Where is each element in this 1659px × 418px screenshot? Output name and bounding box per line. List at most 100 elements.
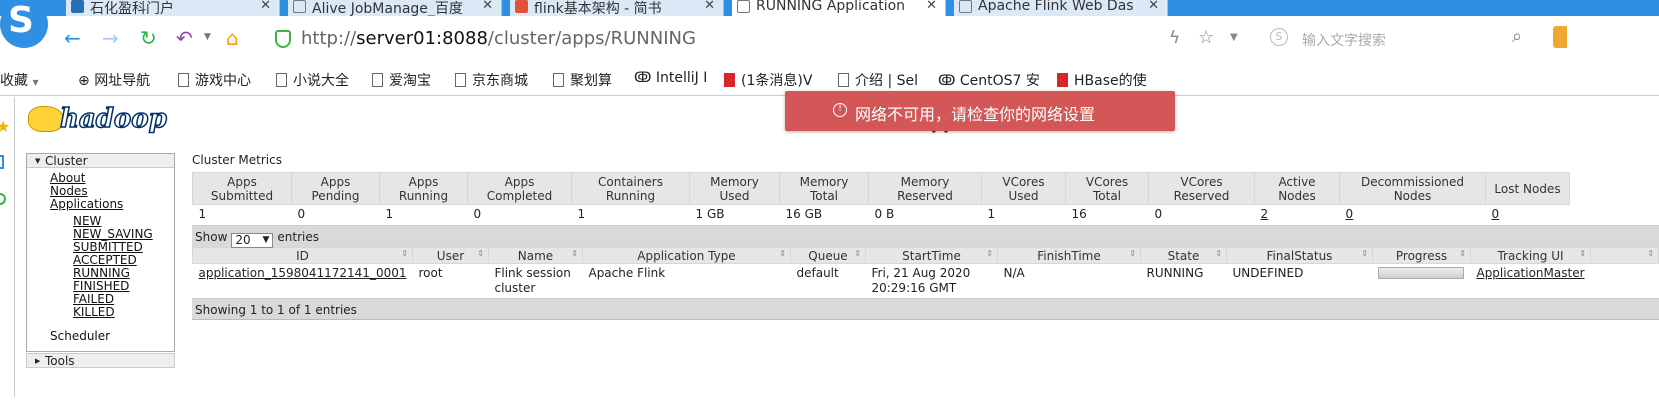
bookmark-centos[interactable]: ↂ CentOS7 安 [938,70,1040,90]
cluster-metrics-table: Apps Submitted Apps Pending Apps Running… [192,172,1570,223]
page-icon [178,73,189,87]
bookmark-favorites[interactable]: 收藏 ▼ [0,70,39,90]
app-name: Flink session cluster [494,266,571,295]
progress-bar [1378,267,1465,279]
close-icon[interactable]: ✕ [482,0,493,13]
entries-label: entries [277,230,319,244]
nav-state-running[interactable]: RUNNING [73,266,130,280]
csdn-icon [724,73,735,87]
lost-nodes-link[interactable]: 0 [1486,205,1570,223]
column-header-id[interactable]: ID [192,247,413,264]
column-header-user[interactable]: User [411,247,489,264]
column-header-finish-time[interactable]: FinishTime [996,247,1141,264]
browser-tab-strip: 石化盈科门户 ✕ Alive JobManage_百度 ✕ flink基本架构 … [0,0,1659,16]
star-bookmark-icon[interactable]: ☆ [1198,27,1214,48]
nav-scheduler-link[interactable]: Scheduler [50,329,110,343]
nav-state-killed[interactable]: KILLED [73,305,115,319]
close-icon[interactable]: ✕ [704,0,715,13]
nav-nodes-link[interactable]: Nodes [50,184,88,198]
tab-shihua[interactable]: 石化盈科门户 ✕ [66,0,280,16]
lightning-icon[interactable]: ϟ [1169,28,1180,48]
page-icon [455,73,466,87]
app-state: RUNNING [1146,266,1204,280]
address-bar[interactable]: http://server01:8088/cluster/apps/RUNNIN… [263,24,1248,54]
metric-header: Memory Reserved [868,172,982,205]
nav-state-failed[interactable]: FAILED [73,292,114,306]
metric-value: 0 [297,206,306,221]
back-arrow-icon[interactable]: ← [64,26,81,50]
security-shield-icon [275,30,291,48]
app-user: root [418,266,443,280]
tools-nav-header[interactable]: ▶ Tools [26,353,175,368]
active-nodes-link[interactable]: 2 [1255,205,1340,223]
forward-arrow-icon[interactable]: → [102,26,119,50]
tracking-ui-link[interactable]: ApplicationMaster [1476,266,1584,280]
url-text[interactable]: http://server01:8088/cluster/apps/RUNNIN… [301,28,696,49]
bookmark-sel[interactable]: 介绍 | Sel [838,70,918,90]
page-icon [553,73,564,87]
close-icon[interactable]: ✕ [260,0,271,13]
metric-value: 0 [473,206,482,221]
cluster-nav-header[interactable]: ▼ Cluster [27,154,174,168]
column-header-progress[interactable]: Progress [1371,247,1471,264]
close-icon[interactable]: ✕ [1148,0,1159,13]
refresh-icon[interactable]: ↻ [140,26,157,50]
tab-label: Alive JobManage_百度 [312,1,463,16]
decommissioned-nodes-link[interactable]: 0 [1340,205,1486,223]
page-size-select[interactable]: 20 [231,233,274,248]
undo-dropdown-chevron-icon[interactable]: ▼ [204,32,211,42]
home-icon[interactable]: ⌂ [226,26,239,50]
site-favicon-icon [71,0,84,13]
bookmark-juhuasuan[interactable]: 聚划算 [553,70,612,90]
search-icon[interactable]: ⌕ [1512,26,1522,47]
metric-value: 1 [198,206,207,221]
column-header-start-time[interactable]: StartTime [864,247,998,264]
metric-value: 1 [385,206,394,221]
bookmark-intellij[interactable]: ↂ IntelliJ I [634,70,707,86]
nav-applications-link[interactable]: Applications [50,197,123,211]
nav-state-finished[interactable]: FINISHED [73,279,129,293]
app-finish-time: N/A [1003,266,1025,280]
column-header-queue[interactable]: Queue [789,247,866,264]
address-dropdown-icon[interactable]: ▼ [1230,32,1238,43]
search-input[interactable]: 输入文字搜索 [1302,30,1386,50]
metric-value: 16 [1071,206,1087,221]
extension-icon[interactable] [1553,26,1567,48]
bookmark-novels[interactable]: 小说大全 [276,70,349,90]
tab-flink-jianshu[interactable]: flink基本架构 - 简书 ✕ [510,0,724,16]
bookmark-taobao[interactable]: 爱淘宝 [372,70,431,90]
undo-close-icon[interactable]: ↶ [176,26,193,50]
column-header-state[interactable]: State [1139,247,1227,264]
browser-logo-icon[interactable]: S [0,0,48,48]
column-header-tracking-ui[interactable]: Tracking UI [1469,247,1592,264]
search-box[interactable]: S 输入文字搜索 ⌕ [1262,24,1562,54]
nav-state-submitted[interactable]: SUBMITTED [73,240,143,254]
search-engine-icon[interactable]: S [1270,28,1288,46]
column-header-final-status[interactable]: FinalStatus [1225,247,1373,264]
sidebar-app-icon[interactable] [0,193,6,205]
metric-header: VCores Reserved [1148,172,1255,205]
nav-about-link[interactable]: About [50,171,85,185]
tab-jobmanage[interactable]: Alive JobManage_百度 ✕ [288,0,502,16]
nav-state-new-saving[interactable]: NEW_SAVING [73,227,153,241]
metric-header: Memory Used [689,172,780,205]
close-icon[interactable]: ✕ [926,0,937,13]
network-error-toast: ! 网络不可用，请检查你的网络设置 [785,91,1175,131]
hadoop-logo[interactable]: hadoop [59,103,167,135]
bookmark-hbase[interactable]: HBase的使 [1057,70,1147,90]
nav-state-accepted[interactable]: ACCEPTED [73,253,137,267]
bookmark-csdn-messages[interactable]: (1条消息)V [724,70,812,90]
column-header-type[interactable]: Application Type [581,247,791,264]
tab-flink-dashboard[interactable]: Apache Flink Web Das ✕ [954,0,1168,16]
sidebar-app-icon[interactable] [0,155,4,169]
bookmark-games[interactable]: 游戏中心 [178,70,251,90]
favorites-star-icon[interactable]: ★ [0,117,10,136]
metric-header: Apps Running [379,172,468,205]
tab-running-applications[interactable]: RUNNING Application ✕ [732,0,946,16]
application-id-link[interactable]: application_1598041172141_0001 [199,266,407,280]
bookmark-jd[interactable]: 京东商城 [455,70,528,90]
page-icon [276,73,287,87]
bookmark-nav[interactable]: ⊕ 网址导航 [78,70,150,90]
column-header-name[interactable]: Name [487,247,583,264]
nav-state-new[interactable]: NEW [73,214,101,228]
